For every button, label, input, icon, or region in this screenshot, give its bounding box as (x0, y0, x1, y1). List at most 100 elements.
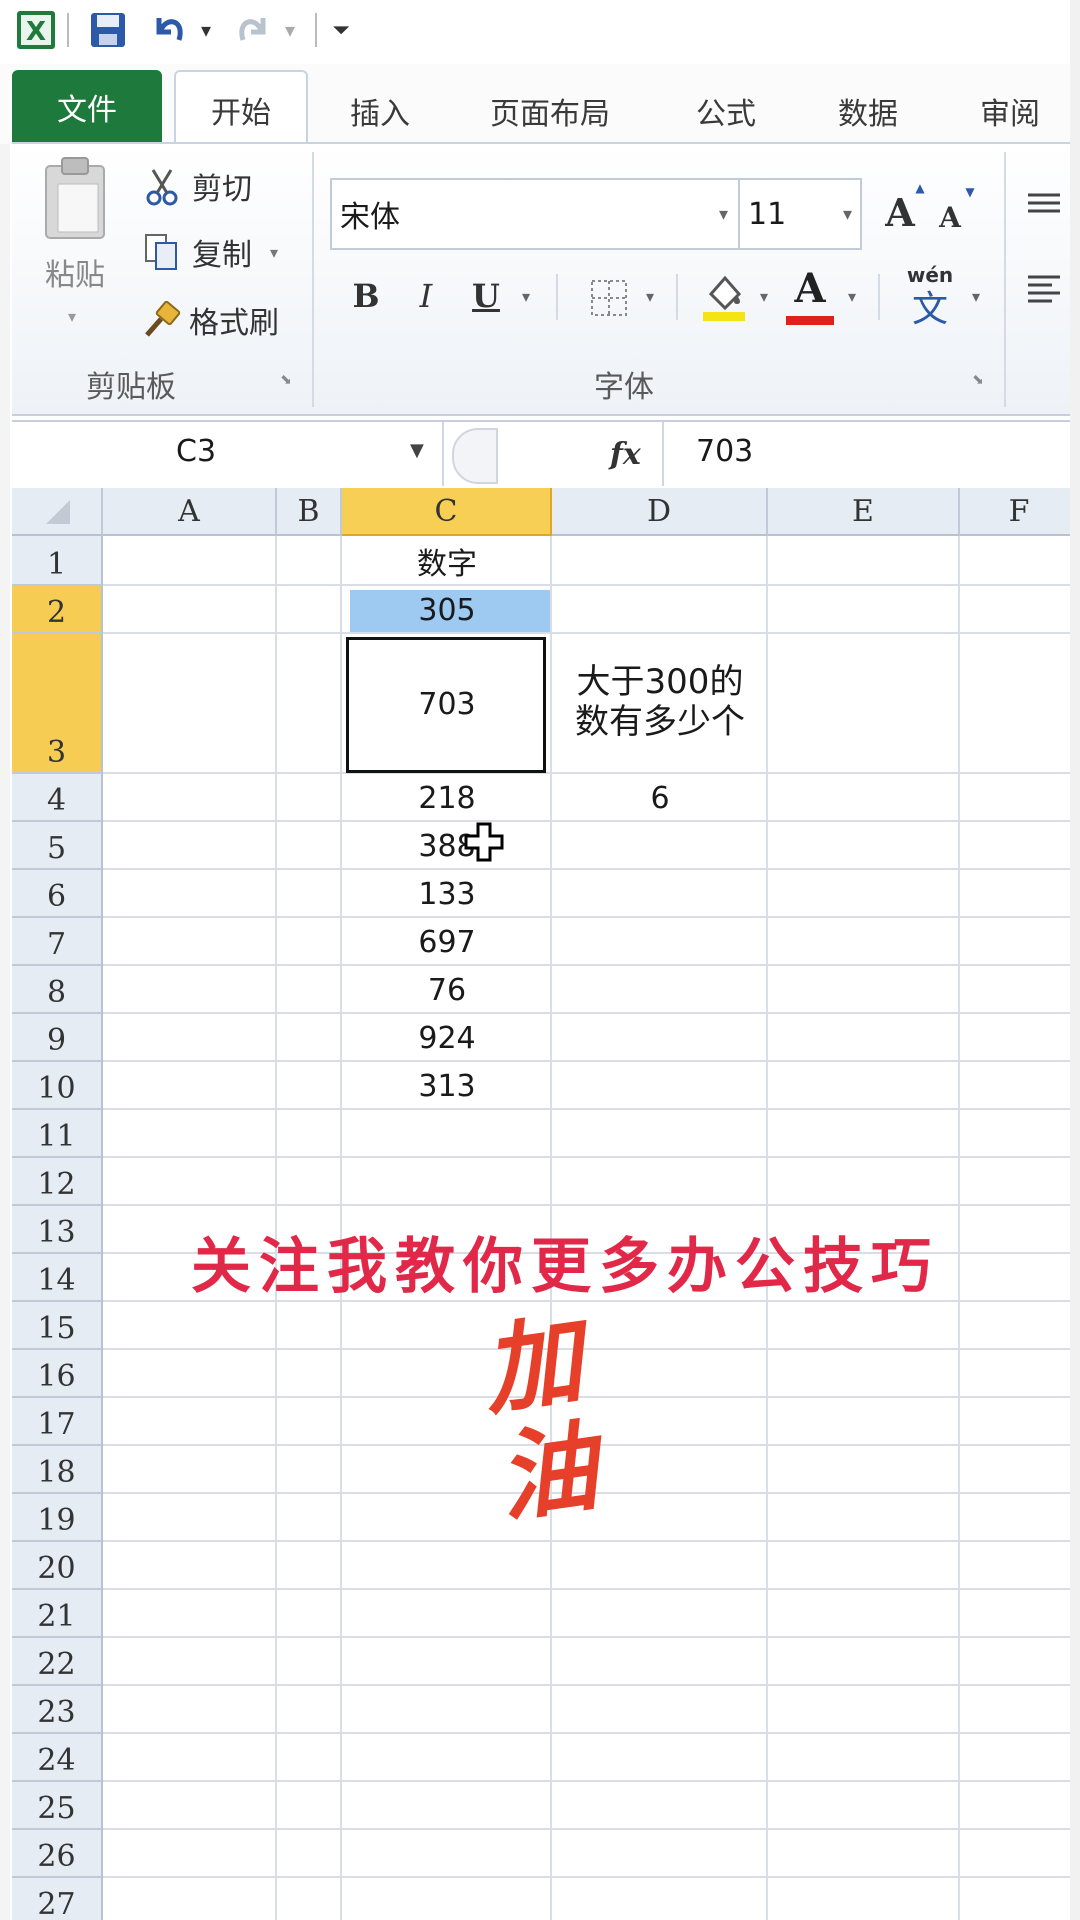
undo-dropdown-icon[interactable]: ▾ (196, 10, 216, 50)
paste-button[interactable]: 粘贴 (28, 250, 122, 294)
row-header-16[interactable]: 16 (12, 1350, 103, 1398)
jiayou-sticker: 加 油 (456, 1302, 625, 1536)
copy-button[interactable]: 复制 (184, 230, 260, 274)
row-header-24[interactable]: 24 (12, 1734, 103, 1782)
borders-icon[interactable] (584, 270, 634, 326)
row-header-25[interactable]: 25 (12, 1782, 103, 1830)
fill-color-icon[interactable] (696, 266, 752, 326)
cut-button[interactable]: 剪切 (184, 164, 260, 208)
fill-color-dropdown-icon[interactable]: ▾ (754, 284, 774, 308)
underline-button[interactable]: U (466, 266, 506, 326)
cell-c3[interactable]: 703 (342, 634, 552, 774)
bold-button[interactable]: B (346, 266, 386, 326)
qat-separator (314, 10, 318, 50)
row-header-1[interactable]: 1 (12, 536, 103, 586)
tab-data[interactable]: 数据 (818, 78, 918, 144)
row-header-6[interactable]: 6 (12, 870, 103, 918)
row-header-17[interactable]: 17 (12, 1398, 103, 1446)
redo-icon[interactable] (232, 10, 274, 50)
row-header-10[interactable]: 10 (12, 1062, 103, 1110)
cell-c7[interactable]: 697 (342, 918, 552, 966)
tab-home[interactable]: 开始 (174, 70, 308, 148)
font-launcher-icon[interactable]: ⬊ (968, 370, 988, 390)
phonetic-dropdown-icon[interactable]: ▾ (966, 284, 986, 308)
gridline-horizontal (103, 1108, 1080, 1110)
align-left-icon[interactable] (1022, 268, 1066, 312)
cell-d3-line1[interactable]: 大于300的 (552, 658, 768, 702)
worksheet-grid[interactable]: ABCDEF 1 2 3 4 5 6 7 8 9 10 11 12 13 14 15 16 17 18 19 20 21… (12, 488, 1080, 1920)
row-header-5[interactable]: 5 (12, 822, 103, 870)
row-header-11[interactable]: 11 (12, 1110, 103, 1158)
underline-dropdown-icon[interactable]: ▾ (516, 284, 536, 308)
row-header-21[interactable]: 21 (12, 1590, 103, 1638)
tab-formulas[interactable]: 公式 (676, 78, 776, 144)
copy-dropdown-icon[interactable]: ▾ (264, 240, 284, 264)
formula-input[interactable]: 703 (662, 422, 1080, 486)
font-color-dropdown-icon[interactable]: ▾ (842, 284, 862, 308)
row-header-15[interactable]: 15 (12, 1302, 103, 1350)
align-top-icon[interactable] (1022, 184, 1066, 228)
grow-arrow-icon: ▲ (915, 181, 925, 195)
cell-c2[interactable]: 305 (342, 586, 552, 634)
row-header-12[interactable]: 12 (12, 1158, 103, 1206)
cell-c5[interactable]: 388 (342, 822, 552, 870)
cell-c6[interactable]: 133 (342, 870, 552, 918)
copy-icon (142, 230, 182, 274)
row-header-23[interactable]: 23 (12, 1686, 103, 1734)
name-box[interactable]: C3 ▼ (12, 422, 444, 486)
undo-icon[interactable] (148, 10, 190, 50)
font-name-combo[interactable]: 宋体 ▾ (330, 178, 740, 250)
column-header-d[interactable]: D (552, 488, 768, 536)
borders-dropdown-icon[interactable]: ▾ (640, 284, 660, 308)
column-header-f[interactable]: F (960, 488, 1080, 536)
tab-insert[interactable]: 插入 (330, 78, 430, 144)
italic-button[interactable]: I (406, 266, 446, 326)
row-header-14[interactable]: 14 (12, 1254, 103, 1302)
row-header-3[interactable]: 3 (12, 634, 103, 774)
phonetic-guide-button[interactable]: 文 (900, 284, 960, 330)
font-size-dropdown-icon[interactable]: ▾ (843, 204, 852, 225)
row-header-8[interactable]: 8 (12, 966, 103, 1014)
row-header-20[interactable]: 20 (12, 1542, 103, 1590)
customize-qat-icon[interactable]: ⏷ (326, 10, 356, 50)
row-header-7[interactable]: 7 (12, 918, 103, 966)
font-size-combo[interactable]: 11 ▾ (738, 178, 862, 250)
column-header-a[interactable]: A (103, 488, 277, 536)
font-name-dropdown-icon[interactable]: ▾ (719, 204, 728, 225)
cell-c4[interactable]: 218 (342, 774, 552, 822)
tab-file[interactable]: 文件 (12, 70, 162, 144)
row-header-2[interactable]: 2 (12, 586, 103, 634)
tab-review[interactable]: 审阅 (960, 78, 1060, 144)
redo-dropdown-icon[interactable]: ▾ (280, 10, 300, 50)
row-header-19[interactable]: 19 (12, 1494, 103, 1542)
cell-c10[interactable]: 313 (342, 1062, 552, 1110)
column-header-c[interactable]: C (342, 488, 552, 536)
cell-c8[interactable]: 76 (342, 966, 552, 1014)
row-header-18[interactable]: 18 (12, 1446, 103, 1494)
font-color-button[interactable]: A (782, 262, 838, 314)
row-header-4[interactable]: 4 (12, 774, 103, 822)
row-header-22[interactable]: 22 (12, 1638, 103, 1686)
cell-c9[interactable]: 924 (342, 1014, 552, 1062)
clipboard-launcher-icon[interactable]: ⬊ (276, 370, 296, 390)
paste-dropdown-icon[interactable]: ▾ (52, 304, 92, 328)
row-header-13[interactable]: 13 (12, 1206, 103, 1254)
tab-page-layout[interactable]: 页面布局 (470, 78, 630, 144)
paste-icon[interactable] (40, 154, 110, 240)
cell-c1[interactable]: 数字 (342, 536, 552, 586)
formula-bar-resize-handle[interactable] (452, 428, 498, 484)
select-all-corner[interactable] (12, 488, 103, 536)
cell-d4[interactable]: 6 (552, 774, 768, 822)
row-header-27[interactable]: 27 (12, 1878, 103, 1920)
quick-access-toolbar: X ▾ ▾ ⏷ (0, 0, 1080, 64)
format-painter-button[interactable]: 格式刷 (184, 298, 284, 342)
font-separator (878, 274, 880, 320)
row-header-26[interactable]: 26 (12, 1830, 103, 1878)
column-header-b[interactable]: B (277, 488, 342, 536)
name-box-dropdown-icon[interactable]: ▼ (410, 440, 424, 461)
insert-function-icon[interactable]: fx (610, 430, 650, 478)
row-header-9[interactable]: 9 (12, 1014, 103, 1062)
save-icon[interactable] (86, 10, 130, 50)
cell-d3-line2[interactable]: 数有多少个 (552, 698, 768, 742)
column-header-e[interactable]: E (768, 488, 960, 536)
